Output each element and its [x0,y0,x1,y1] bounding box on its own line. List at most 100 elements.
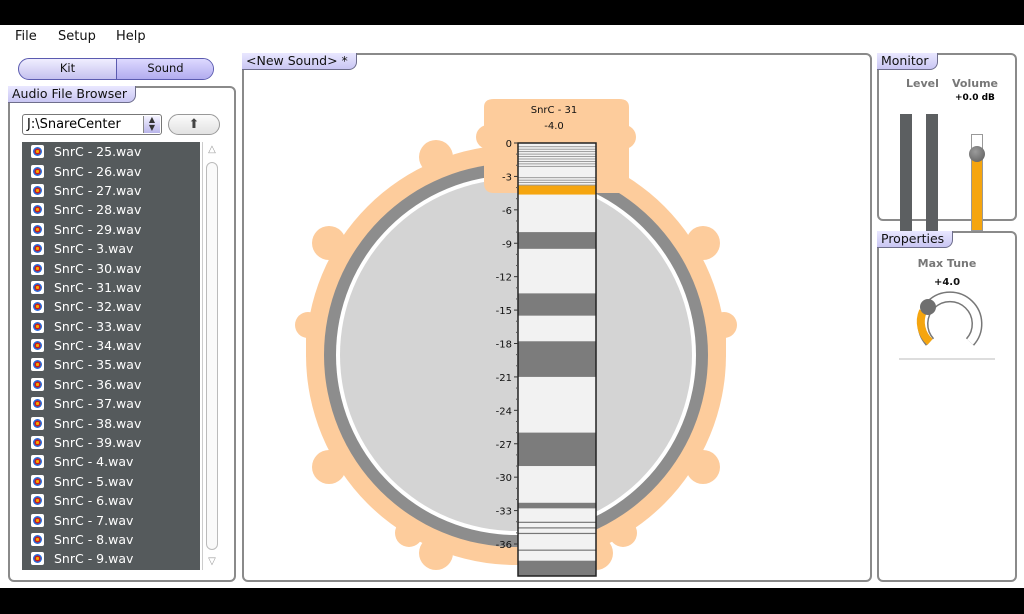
monitor-title: Monitor [877,53,938,70]
audio-file-icon [31,183,44,197]
parent-folder-button[interactable]: ⬆ [168,114,220,135]
file-name: SnrC - 7.wav [54,512,134,528]
file-name: SnrC - 32.wav [54,299,142,315]
scale-label: -15 [496,306,512,317]
file-list-scrollbar[interactable]: △ ▽ [202,142,221,570]
file-list-item[interactable]: SnrC - 33.wav [22,317,200,336]
volume-slider-fill [972,152,982,230]
strip-line [518,153,596,155]
audio-file-icon [31,300,44,314]
file-list-item[interactable]: SnrC - 35.wav [22,355,200,374]
strip-line [518,179,596,181]
max-tune-knob[interactable] [879,289,1015,379]
kit-mode-button[interactable]: Kit [19,59,116,79]
layer-name: SnrC - 31 [530,105,578,116]
strip-line [518,532,596,535]
file-list-item[interactable]: SnrC - 30.wav [22,258,200,277]
file-name: SnrC - 31.wav [54,279,142,295]
strip-line [518,165,596,167]
scale-label: -36 [496,540,512,551]
strip-line [518,151,596,153]
file-list-item[interactable]: SnrC - 9.wav [22,549,200,568]
file-name: SnrC - 38.wav [54,415,142,431]
sound-mode-button[interactable]: Sound [116,59,213,79]
strip-band [518,432,596,467]
file-name: SnrC - 34.wav [54,338,142,354]
audio-file-icon [31,533,44,546]
file-list-item[interactable]: SnrC - 8.wav [22,530,200,549]
file-list-item[interactable]: SnrC - 39.wav [22,433,200,452]
knob-handle[interactable] [920,299,936,315]
audio-file-icon [31,319,44,333]
file-list-item[interactable]: SnrC - 7.wav [22,510,200,529]
strip-line [518,549,596,551]
max-tune-value: +4.0 [933,277,961,288]
properties-panel: Properties Max Tune +4.0 [877,231,1017,582]
audio-file-icon [31,416,44,430]
file-list-item[interactable]: SnrC - 3.wav [22,239,200,258]
audio-file-icon [31,339,44,353]
file-list-item[interactable]: SnrC - 37.wav [22,394,200,413]
strip-line [518,156,596,157]
velocity-level-strip[interactable] [517,142,597,577]
file-list-item[interactable]: SnrC - 29.wav [22,220,200,239]
strip-line [518,521,596,523]
file-list-item[interactable]: SnrC - 27.wav [22,181,200,200]
scale-label: -9 [502,239,512,250]
volume-label: Volume [952,77,998,90]
dropdown-arrows-icon[interactable]: ▲ ▼ [143,116,160,133]
file-list-item[interactable]: SnrC - 38.wav [22,413,200,432]
strip-band [518,341,596,377]
scale-label: -30 [496,473,512,484]
scale-label: -33 [496,507,512,518]
file-name: SnrC - 26.wav [54,163,142,179]
file-list-item[interactable]: SnrC - 28.wav [22,200,200,219]
file-list-item[interactable]: SnrC - 25.wav [22,142,200,161]
volume-slider-thumb[interactable] [969,146,985,162]
max-tune-label: Max Tune [917,257,977,270]
menu-file[interactable]: File [15,29,37,44]
file-list-item[interactable]: SnrC - 4.wav [22,452,200,471]
scrollbar-thumb[interactable] [206,162,218,550]
file-list-item[interactable]: SnrC - 32.wav [22,297,200,316]
drum-graphic: 0 -3 -6 -9 -12 -15 -18 -21 -24 -27 -30 -33 -36 [295,99,737,577]
scroll-down-icon[interactable]: ▽ [205,556,219,568]
file-list-item[interactable]: SnrC - 5.wav [22,472,200,491]
mode-switch: Kit Sound [18,58,214,80]
audio-file-icon [31,358,44,372]
strip-line [518,184,596,186]
properties-title: Properties [877,231,954,248]
audio-file-icon [31,455,44,469]
file-list-item[interactable]: SnrC - 6.wav [22,491,200,510]
file-list[interactable]: SnrC - 25.wav SnrC - 26.wav SnrC - 27.wav S… [22,142,200,570]
audio-file-browser-panel: Audio File Browser J:\SnareCenter ▲ ▼ ⬆ S… [8,86,236,582]
audio-file-icon [31,280,44,294]
audio-file-icon [31,242,44,256]
file-name: SnrC - 28.wav [54,202,142,218]
scroll-up-icon[interactable]: △ [205,144,219,156]
app-window: File Setup Help Kit Sound Audio File Bro… [0,25,1024,588]
up-arrow-icon: ⬆ [188,117,200,132]
scale-label: -21 [496,373,512,384]
path-value: J:\SnareCenter [27,117,121,132]
menu-setup[interactable]: Setup [58,29,96,44]
audio-file-browser-title: Audio File Browser [8,86,137,103]
menu-help[interactable]: Help [116,29,146,44]
audio-file-icon [31,513,44,527]
file-list-item[interactable]: SnrC - 34.wav [22,336,200,355]
audio-file-icon [31,222,44,236]
audio-file-icon [31,164,44,178]
path-dropdown[interactable]: J:\SnareCenter ▲ ▼ [22,114,162,135]
file-list-item[interactable]: SnrC - 36.wav [22,375,200,394]
audio-file-icon [31,261,44,275]
audio-file-icon [31,397,44,411]
file-list-item[interactable]: SnrC - 31.wav [22,278,200,297]
audio-file-icon [31,436,44,450]
level-meter-right [926,114,938,231]
file-list-item[interactable]: SnrC - 26.wav [22,161,200,180]
strip-band [518,293,596,316]
scale-label: -18 [496,340,512,351]
sound-editor-panel: <New Sound> * 0 -3 -6 -9 -12 -15 -18 -21… [242,53,872,582]
scale-label: 0 [506,139,512,150]
scale-label: -6 [502,206,512,217]
